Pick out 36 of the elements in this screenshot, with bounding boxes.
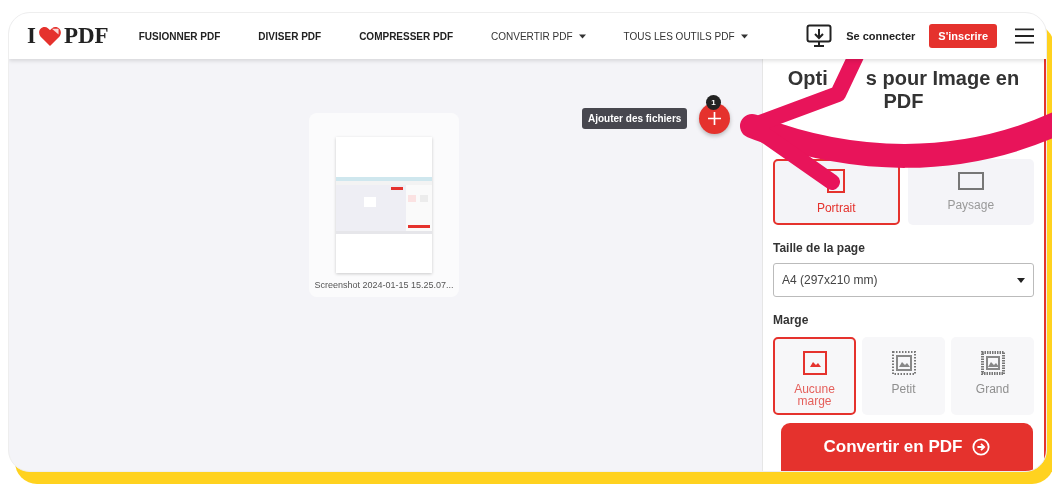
image-icon (980, 351, 1005, 375)
panel-title: s pour Image en (865, 67, 1020, 90)
file-name: Screenshot 2024-01-15 15.25.07... (314, 280, 454, 290)
heart-icon (37, 25, 62, 47)
logo-text: PDF (63, 23, 109, 49)
arrow-circle-icon (972, 438, 991, 456)
add-files-tooltip: Ajouter des fichiers (582, 108, 688, 129)
file-card[interactable]: Screenshot 2024-01-15 15.25.07... (309, 113, 459, 297)
option-label: Petit (890, 383, 917, 395)
convert-button[interactable]: Convertir en PDF (781, 423, 1033, 471)
panel-title: Opti (787, 67, 828, 90)
login-link[interactable]: Se connecter (846, 30, 916, 42)
desktop-download-icon[interactable] (806, 24, 833, 48)
portrait-icon (827, 169, 846, 193)
landscape-icon (957, 172, 984, 190)
nav-link[interactable]: FUSIONNER PDF (138, 30, 221, 42)
nav-link[interactable]: TOUS LES OUTILS PDF (623, 30, 748, 42)
option-label: Aucune marge (793, 383, 836, 407)
logo-text: I (27, 23, 36, 49)
menu-icon[interactable] (1015, 28, 1034, 44)
nav-link[interactable]: COMPRESSER PDF (359, 30, 454, 42)
page-size-select[interactable]: A4 (297x210 mm) (773, 263, 1034, 297)
image-icon (802, 351, 827, 375)
panel-title: PDF (883, 90, 924, 113)
add-files-button[interactable] (699, 103, 731, 134)
nav-link[interactable]: CONVERTIR PDF (491, 30, 586, 42)
option-label: Paysage (947, 198, 995, 212)
image-icon (891, 351, 916, 375)
signup-button[interactable]: S'inscrire (929, 24, 997, 48)
option-label: Portrait (816, 201, 856, 215)
caret-icon (1017, 277, 1025, 283)
option-label: Grand (974, 383, 1011, 395)
nav-link[interactable]: DIVISER PDF (258, 30, 322, 42)
field-label: Marge (773, 313, 810, 327)
field-label: Taille de la page (773, 241, 866, 255)
plus-icon (708, 112, 722, 125)
